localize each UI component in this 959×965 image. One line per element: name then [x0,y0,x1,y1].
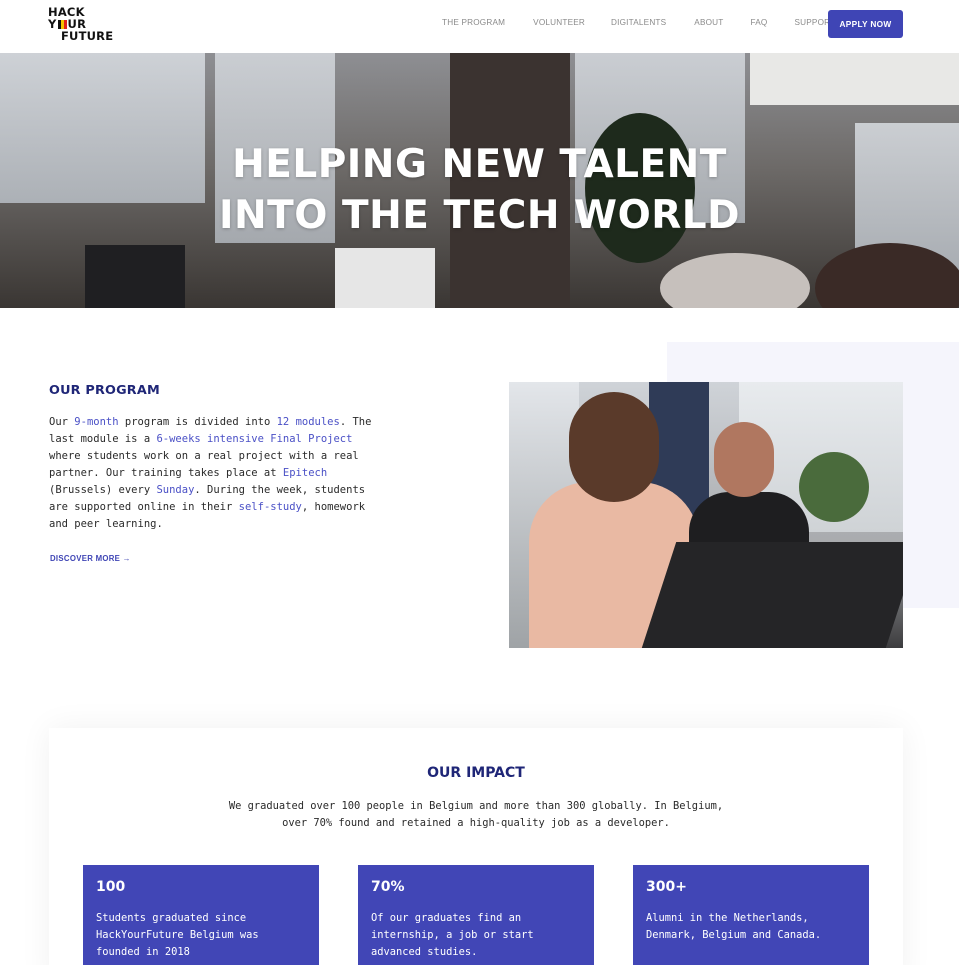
stat-card-alumni: 300+ Alumni in the Netherlands, Denmark,… [633,865,869,965]
main-nav: THE PROGRAM VOLUNTEER DIGITALENTS ABOUT … [442,18,849,27]
impact-subtitle: We graduated over 100 people in Belgium … [49,798,903,832]
nav-about[interactable]: ABOUT [694,18,723,27]
apply-now-button[interactable]: APPLY NOW [828,10,903,38]
students-photo [509,382,903,648]
nav-the-program[interactable]: THE PROGRAM [442,18,505,27]
stat-number: 100 [96,879,126,895]
impact-section: OUR IMPACT We graduated over 100 people … [49,728,903,965]
stat-card-employment: 70% Of our graduates find an internship,… [358,865,594,965]
program-title: OUR PROGRAM [49,383,160,398]
stat-description: Of our graduates find an internship, a j… [371,912,534,958]
discover-more-link[interactable]: DISCOVER MORE → [50,554,131,563]
highlighted-term: 12 modules [276,416,340,428]
highlighted-term: self-study [238,501,302,513]
stat-description: Students graduated since HackYourFuture … [96,912,259,958]
hero-banner: HELPING NEW TALENT INTO THE TECH WORLD [0,53,959,308]
highlighted-term: Sunday [156,484,195,496]
hero-headline-line-2: INTO THE TECH WORLD [219,193,740,238]
impact-title: OUR IMPACT [427,765,525,781]
hero-headline: HELPING NEW TALENT INTO THE TECH WORLD [0,139,959,241]
stat-card-graduates: 100 Students graduated since HackYourFut… [83,865,319,965]
nav-digitalents[interactable]: DIGITALENTS [611,18,666,27]
site-header: HACK Y UR FUTURE THE PROGRAM VOLUNTEER D… [0,0,959,53]
stat-number: 70% [371,879,405,895]
hackyourfuture-logo[interactable]: HACK Y UR FUTURE [48,6,113,42]
nav-volunteer[interactable]: VOLUNTEER [533,18,585,27]
program-text-segment: Our [49,416,75,428]
impact-subtitle-line-2: over 70% found and retained a high-quali… [282,817,670,829]
impact-subtitle-line-1: We graduated over 100 people in Belgium … [228,800,724,812]
highlighted-term: 9-month [74,416,119,428]
program-text-segment: (Brussels) every [49,484,157,496]
nav-faq[interactable]: FAQ [751,18,768,27]
program-text-segment: program is divided into [118,416,277,428]
highlighted-term: Epitech [282,467,328,479]
stat-description: Alumni in the Netherlands, Denmark, Belg… [646,912,822,941]
logo-text-y: Y [48,17,57,31]
highlighted-term: 6-weeks intensive Final Project [156,433,353,445]
hero-headline-line-1: HELPING NEW TALENT [232,142,727,187]
program-description: Our 9-month program is divided into 12 m… [49,414,379,533]
stat-number: 300+ [646,879,687,895]
logo-line-3: FUTURE [61,29,114,43]
belgian-flag-icon [57,19,67,29]
